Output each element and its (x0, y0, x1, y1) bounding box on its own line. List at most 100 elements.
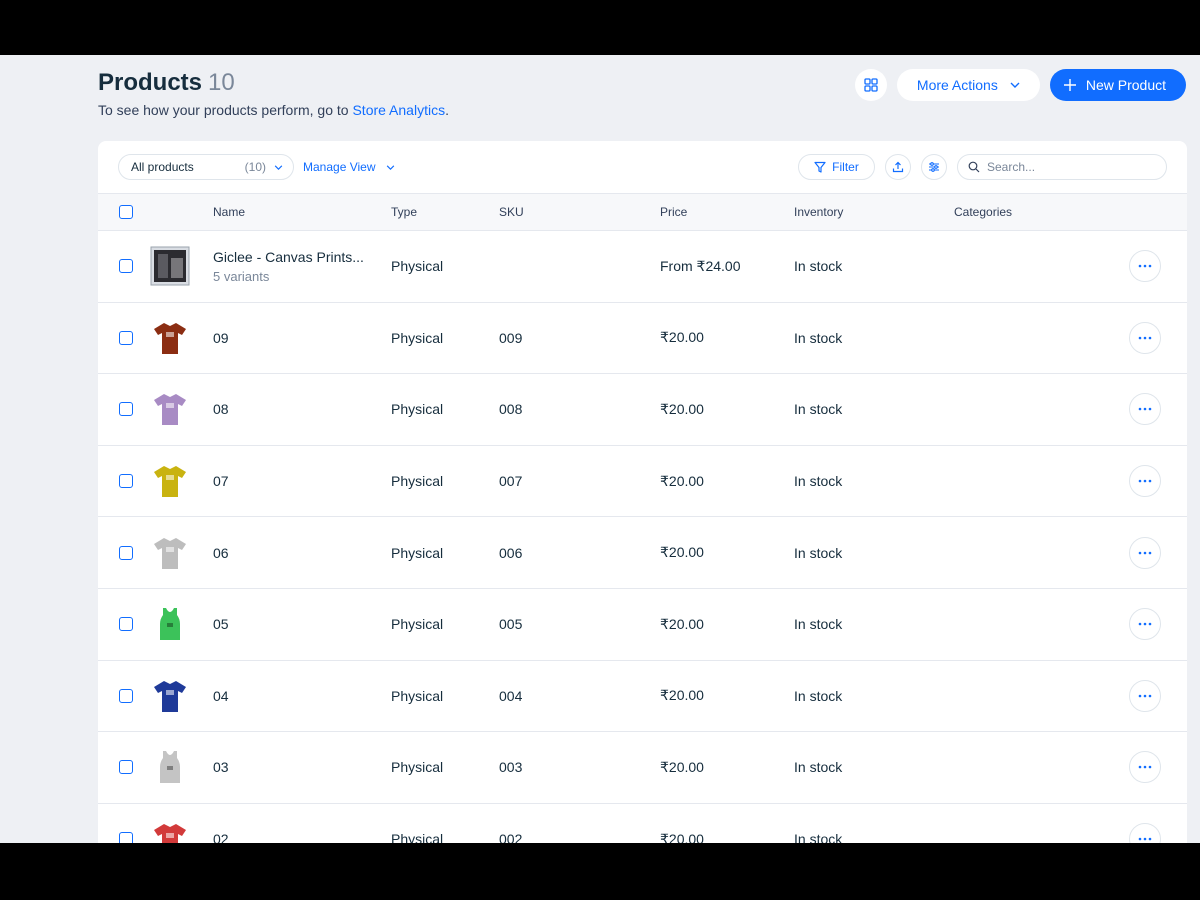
grid-layout-icon (864, 78, 878, 92)
product-name[interactable]: 03 (213, 732, 378, 803)
ellipsis-icon (1138, 622, 1152, 626)
table-row[interactable]: 08 Physical 008 ₹20.00 In stock (98, 374, 1187, 446)
more-options-button[interactable] (1129, 393, 1161, 426)
new-product-label: New Product (1085, 77, 1166, 93)
table-row[interactable]: 09 Physical 009 ₹20.00 In stock (98, 303, 1187, 375)
more-options-button[interactable] (1129, 679, 1161, 712)
product-name[interactable]: 06 (213, 517, 378, 588)
product-inventory: In stock (794, 544, 843, 561)
more-options-button[interactable] (1129, 465, 1161, 498)
row-actions-cell (1129, 661, 1161, 732)
sliders-icon (929, 162, 939, 172)
more-actions-button[interactable]: More Actions (896, 69, 1040, 101)
product-name[interactable]: 04 (213, 661, 378, 732)
chevron-down-icon (386, 164, 394, 170)
product-thumbnail-cell (150, 589, 190, 660)
row-checkbox[interactable] (119, 545, 133, 560)
row-select-cell (119, 303, 133, 374)
more-options-button[interactable] (1129, 250, 1161, 283)
row-actions-cell (1129, 446, 1161, 517)
more-actions-label: More Actions (916, 77, 998, 93)
table-body: Giclee - Canvas Prints... 5 variants Physi… (98, 231, 1187, 843)
table-row[interactable]: 05 Physical 005 ₹20.00 In stock (98, 589, 1187, 661)
product-name[interactable]: 02 (213, 804, 378, 843)
column-header-sku[interactable]: SKU (499, 194, 524, 230)
more-options-button[interactable] (1129, 823, 1161, 843)
product-thumbnail (150, 604, 190, 644)
column-header-name[interactable]: Name (213, 194, 378, 230)
product-type: Physical (391, 473, 444, 490)
product-price: ₹20.00 (660, 758, 704, 775)
product-price: ₹20.00 (660, 615, 704, 632)
row-checkbox[interactable] (119, 832, 133, 843)
filter-button[interactable]: Filter (798, 154, 875, 180)
product-price: ₹20.00 (660, 329, 704, 346)
row-actions-cell (1129, 374, 1161, 445)
more-options-button[interactable] (1129, 536, 1161, 569)
row-checkbox[interactable] (119, 259, 133, 274)
product-variants: 5 variants (213, 268, 270, 284)
row-actions-cell (1129, 303, 1161, 374)
more-options-button[interactable] (1129, 321, 1161, 354)
row-checkbox[interactable] (119, 617, 133, 632)
row-checkbox[interactable] (119, 474, 133, 489)
search-icon (968, 161, 980, 173)
row-select-cell (119, 589, 133, 660)
more-options-button[interactable] (1129, 608, 1161, 641)
product-name[interactable]: 05 (213, 589, 378, 660)
column-header-inventory[interactable]: Inventory (794, 194, 843, 230)
table-row[interactable]: 04 Physical 004 ₹20.00 In stock (98, 661, 1187, 733)
column-header-type[interactable]: Type (391, 194, 417, 230)
column-header-price[interactable]: Price (660, 194, 687, 230)
manage-view-dropdown[interactable]: Manage View (303, 154, 395, 180)
view-label: All products (131, 160, 194, 174)
product-thumbnail-cell (150, 303, 190, 374)
row-checkbox[interactable] (119, 760, 133, 775)
layout-toggle-button[interactable] (854, 69, 887, 101)
product-name[interactable]: 09 (213, 303, 378, 374)
row-checkbox[interactable] (119, 330, 133, 345)
product-sku: 009 (499, 329, 523, 346)
row-select-cell (119, 661, 133, 732)
customize-columns-button[interactable] (921, 154, 947, 180)
product-sku: 002 (499, 831, 523, 843)
product-sku: 008 (499, 401, 523, 418)
product-type: Physical (391, 831, 444, 843)
search-input[interactable]: Search... (957, 154, 1167, 180)
chevron-down-icon (274, 164, 283, 170)
product-name[interactable]: Giclee - Canvas Prints... (213, 249, 364, 265)
row-select-cell (119, 517, 133, 588)
product-sku: 006 (499, 544, 523, 561)
product-inventory: In stock (794, 831, 843, 843)
row-checkbox[interactable] (119, 688, 133, 703)
more-options-button[interactable] (1129, 751, 1161, 784)
row-checkbox[interactable] (119, 402, 133, 417)
table-row[interactable]: Giclee - Canvas Prints... 5 variants Physi… (98, 231, 1187, 303)
view-dropdown[interactable]: All products (10) (118, 154, 294, 180)
column-header-categories[interactable]: Categories (954, 194, 1012, 230)
product-thumbnail-cell (150, 374, 190, 445)
subtitle-suffix: . (445, 102, 449, 118)
products-table-card: All products (10) Manage View Filter Sea… (98, 141, 1187, 843)
table-row[interactable]: 07 Physical 007 ₹20.00 In stock (98, 446, 1187, 518)
ellipsis-icon (1138, 336, 1152, 340)
product-thumbnail (150, 318, 190, 358)
product-count: 10 (208, 69, 235, 96)
row-select-cell (119, 804, 133, 843)
export-button[interactable] (885, 154, 911, 180)
row-select-cell (119, 231, 133, 302)
select-all-checkbox[interactable] (119, 205, 133, 219)
table-row[interactable]: 06 Physical 006 ₹20.00 In stock (98, 517, 1187, 589)
product-thumbnail-cell (150, 231, 190, 302)
table-row[interactable]: 02 Physical 002 ₹20.00 In stock (98, 804, 1187, 843)
product-name-cell: Giclee - Canvas Prints... 5 variants (213, 231, 378, 302)
store-analytics-link[interactable]: Store Analytics (352, 102, 445, 118)
page-header: Products 10 To see how your products perf… (98, 69, 1186, 129)
product-thumbnail (150, 389, 190, 429)
product-inventory: In stock (794, 329, 843, 346)
table-row[interactable]: 03 Physical 003 ₹20.00 In stock (98, 732, 1187, 804)
product-name[interactable]: 07 (213, 446, 378, 517)
new-product-button[interactable]: New Product (1049, 69, 1186, 101)
product-name[interactable]: 08 (213, 374, 378, 445)
product-sku: 004 (499, 687, 523, 704)
